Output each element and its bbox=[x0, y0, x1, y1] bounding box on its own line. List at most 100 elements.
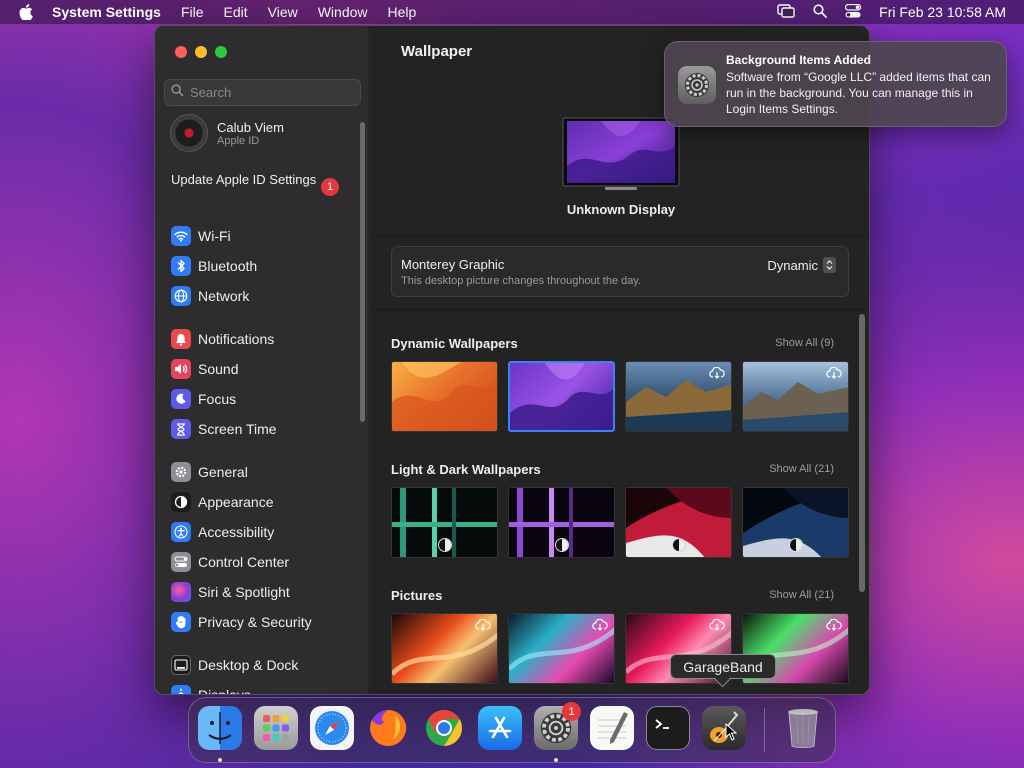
garageband-icon[interactable] bbox=[702, 706, 746, 750]
sidebar-item-privacy-security[interactable]: Privacy & Security bbox=[171, 607, 356, 637]
page-title: Wallpaper bbox=[401, 43, 473, 60]
section-title-pictures: Pictures bbox=[391, 588, 443, 603]
update-apple-id-settings[interactable]: Update Apple ID Settings bbox=[171, 172, 341, 188]
wallpaper-thumb-imac-purple[interactable] bbox=[508, 487, 615, 558]
display-name: Unknown Display bbox=[566, 202, 676, 217]
show-all-dynamic[interactable]: Show All (9) bbox=[775, 337, 834, 349]
notification-body: Software from “Google LLC” added items t… bbox=[726, 70, 991, 116]
zoom-button[interactable] bbox=[215, 46, 227, 58]
finder-icon[interactable] bbox=[198, 706, 242, 750]
spotlight-search-icon[interactable] bbox=[813, 3, 828, 21]
wallpaper-description: This desktop picture changes throughout … bbox=[401, 275, 642, 287]
sidebar-list: Wi-Fi Bluetooth Network Notifications So… bbox=[171, 221, 356, 695]
menu-window[interactable]: Window bbox=[308, 4, 378, 20]
minimize-button[interactable] bbox=[195, 46, 207, 58]
light-dark-toggle-icon bbox=[789, 538, 803, 552]
menu-file[interactable]: File bbox=[171, 4, 214, 20]
sidebar-item-label: Notifications bbox=[198, 331, 275, 347]
trash-icon[interactable] bbox=[781, 706, 825, 750]
menu-view[interactable]: View bbox=[258, 4, 308, 20]
sidebar-item-label: Appearance bbox=[198, 494, 274, 510]
menu-help[interactable]: Help bbox=[378, 4, 427, 20]
sidebar-item-label: Siri & Spotlight bbox=[198, 584, 290, 600]
sidebar-item-appearance[interactable]: Appearance bbox=[171, 487, 356, 517]
display-preview[interactable] bbox=[561, 116, 681, 201]
textedit-icon[interactable] bbox=[590, 706, 634, 750]
sidebar-item-label: Accessibility bbox=[198, 524, 275, 540]
wallpaper-thumb-ventura[interactable] bbox=[391, 361, 498, 432]
sidebar-item-screen-time[interactable]: Screen Time bbox=[171, 414, 356, 444]
light-dark-toggle-icon bbox=[438, 538, 452, 552]
wallpaper-mode-select[interactable]: Dynamic bbox=[767, 257, 836, 273]
sidebar-item-label: Desktop & Dock bbox=[198, 657, 299, 673]
light-dark-toggle-icon bbox=[555, 538, 569, 552]
sidebar-item-siri-spotlight[interactable]: Siri & Spotlight bbox=[171, 577, 356, 607]
bell-icon bbox=[171, 329, 191, 349]
terminal-icon[interactable] bbox=[646, 706, 690, 750]
dynamic-wallpapers-row bbox=[391, 361, 849, 432]
sidebar-item-focus[interactable]: Focus bbox=[171, 384, 356, 414]
sidebar-item-label: General bbox=[198, 464, 248, 480]
dock-tooltip: GarageBand bbox=[670, 654, 776, 679]
sidebar-item-label: Displays bbox=[198, 687, 251, 695]
screen-mirroring-icon[interactable] bbox=[777, 3, 795, 21]
sidebar-item-accessibility[interactable]: Accessibility bbox=[171, 517, 356, 547]
menu-app-name[interactable]: System Settings bbox=[52, 4, 171, 20]
wallpaper-thumb-macbook-red[interactable] bbox=[625, 487, 732, 558]
moon-icon bbox=[171, 389, 191, 409]
menu-clock[interactable]: Fri Feb 23 10:58 AM bbox=[879, 4, 1006, 20]
app-store-icon[interactable] bbox=[478, 706, 522, 750]
sidebar-item-desktop-dock[interactable]: Desktop & Dock bbox=[171, 650, 356, 680]
firefox-icon[interactable] bbox=[366, 706, 410, 750]
sidebar-item-bluetooth[interactable]: Bluetooth bbox=[171, 251, 356, 281]
wallpaper-thumb-imac-green[interactable] bbox=[391, 487, 498, 558]
control-center-icon[interactable] bbox=[845, 3, 862, 21]
chrome-icon[interactable] bbox=[422, 706, 466, 750]
show-all-light-dark[interactable]: Show All (21) bbox=[769, 463, 834, 475]
apple-id-account[interactable]: Calub Viem Apple ID bbox=[170, 114, 284, 152]
cloud-download-icon bbox=[826, 618, 842, 636]
toggles-icon bbox=[171, 552, 191, 572]
cloud-download-icon bbox=[826, 366, 842, 384]
close-button[interactable] bbox=[175, 46, 187, 58]
wallpaper-thumb-pictures-1[interactable] bbox=[391, 613, 498, 684]
sidebar-item-displays[interactable]: Displays bbox=[171, 680, 356, 695]
wallpaper-thumb-catalina-day[interactable] bbox=[625, 361, 732, 432]
appearance-icon bbox=[171, 492, 191, 512]
apple-menu-icon[interactable] bbox=[0, 4, 52, 20]
system-settings-icon bbox=[678, 66, 716, 104]
sidebar-item-network[interactable]: Network bbox=[171, 281, 356, 311]
notification-banner[interactable]: Background Items Added Software from “Go… bbox=[664, 41, 1007, 127]
sidebar: Calub Viem Apple ID Update Apple ID Sett… bbox=[155, 26, 370, 694]
wallpaper-mode-value: Dynamic bbox=[767, 257, 818, 273]
sidebar-item-general[interactable]: General bbox=[171, 457, 356, 487]
sidebar-item-wifi[interactable]: Wi-Fi bbox=[171, 221, 356, 251]
wallpaper-thumb-pictures-2[interactable] bbox=[508, 613, 615, 684]
sidebar-item-notifications[interactable]: Notifications bbox=[171, 324, 356, 354]
section-title-light-dark: Light & Dark Wallpapers bbox=[391, 462, 541, 477]
sidebar-item-control-center[interactable]: Control Center bbox=[171, 547, 356, 577]
search-field[interactable] bbox=[164, 79, 361, 106]
sidebar-scrollbar[interactable] bbox=[360, 122, 365, 422]
launchpad-icon[interactable] bbox=[254, 706, 298, 750]
globe-icon bbox=[171, 286, 191, 306]
wallpaper-thumb-monterey[interactable] bbox=[508, 361, 615, 432]
cloud-download-icon bbox=[709, 618, 725, 636]
siri-icon bbox=[171, 582, 191, 602]
show-all-pictures[interactable]: Show All (21) bbox=[769, 589, 834, 601]
pictures-row bbox=[391, 613, 849, 684]
menu-edit[interactable]: Edit bbox=[214, 4, 258, 20]
wallpaper-thumb-macbook-blue[interactable] bbox=[742, 487, 849, 558]
sidebar-item-sound[interactable]: Sound bbox=[171, 354, 356, 384]
account-name: Calub Viem bbox=[217, 119, 284, 135]
safari-icon[interactable] bbox=[310, 706, 354, 750]
sidebar-item-label: Screen Time bbox=[198, 421, 277, 437]
search-input[interactable] bbox=[190, 85, 350, 100]
account-subtitle: Apple ID bbox=[217, 134, 260, 147]
light-dark-toggle-icon bbox=[672, 538, 686, 552]
sidebar-item-label: Network bbox=[198, 288, 250, 304]
content-scrollbar[interactable] bbox=[859, 314, 865, 592]
bluetooth-icon bbox=[171, 256, 191, 276]
mouse-cursor bbox=[725, 722, 738, 746]
wallpaper-thumb-catalina[interactable] bbox=[742, 361, 849, 432]
